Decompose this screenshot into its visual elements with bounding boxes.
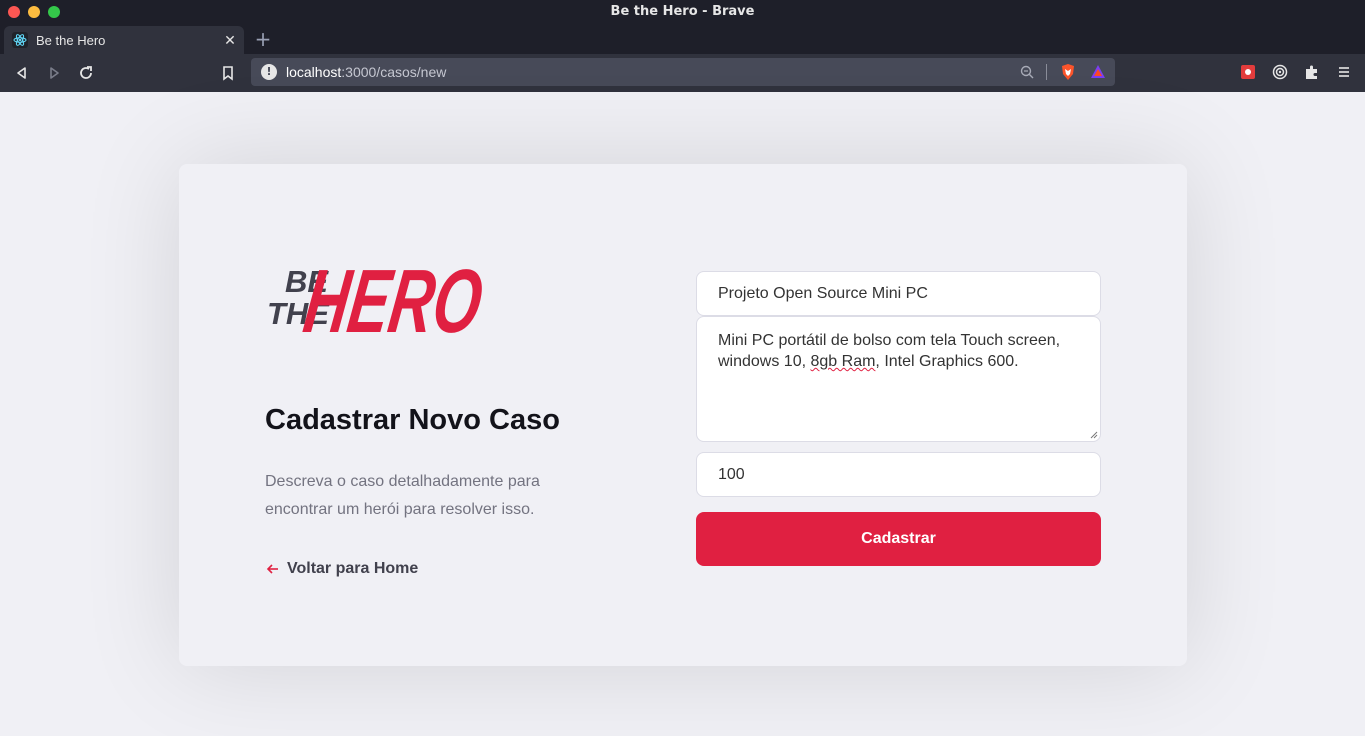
page-description: Descreva o caso detalhadamente para enco… bbox=[265, 473, 540, 518]
react-icon bbox=[12, 32, 28, 48]
tab-label: Be the Hero bbox=[36, 32, 106, 48]
window-titlebar: Be the Hero - Brave bbox=[0, 0, 1365, 24]
tab-be-the-hero[interactable]: Be the Hero ✕ bbox=[4, 26, 244, 54]
address-bar[interactable]: ! localhost:3000/casos/new bbox=[251, 58, 1115, 86]
register-case-card: BE THE HERO Cadastrar Novo Caso Descreva… bbox=[179, 164, 1187, 666]
url-separator bbox=[1046, 64, 1047, 80]
extensions-puzzle-icon[interactable] bbox=[1303, 63, 1321, 81]
close-tab-icon[interactable]: ✕ bbox=[222, 32, 238, 48]
brave-shields-icon[interactable] bbox=[1059, 63, 1077, 81]
description-misspelled-word: 8gb Ram bbox=[810, 353, 876, 370]
back-link-label: Voltar para Home bbox=[287, 560, 419, 577]
case-title-value: Projeto Open Source Mini PC bbox=[718, 285, 928, 302]
reload-icon bbox=[80, 66, 92, 79]
back-arrow-icon bbox=[17, 67, 26, 79]
description-value-part2: , Intel Graphics 600. bbox=[875, 353, 1019, 370]
arrow-left-icon bbox=[266, 564, 278, 574]
window-maximize-button[interactable] bbox=[48, 6, 60, 18]
resize-grip-icon[interactable] bbox=[1090, 431, 1098, 439]
back-button[interactable] bbox=[12, 63, 32, 83]
browser-toolbar: ! localhost:3000/casos/new bbox=[0, 54, 1365, 92]
case-title-input[interactable]: Projeto Open Source Mini PC bbox=[696, 271, 1101, 316]
target-icon[interactable] bbox=[1271, 63, 1289, 81]
menu-icon[interactable] bbox=[1335, 63, 1353, 81]
submit-button[interactable]: Cadastrar bbox=[696, 512, 1101, 566]
back-to-home-link[interactable]: Voltar para Home bbox=[265, 560, 418, 578]
case-value-input[interactable]: 100 bbox=[696, 452, 1101, 497]
bookmark-button[interactable] bbox=[218, 63, 238, 83]
forward-button[interactable] bbox=[44, 63, 64, 83]
window-minimize-button[interactable] bbox=[28, 6, 40, 18]
page-title: Cadastrar Novo Caso bbox=[265, 404, 560, 436]
window-title: Be the Hero - Brave bbox=[610, 4, 755, 19]
bookmark-icon bbox=[223, 66, 233, 81]
logo-hero: HERO bbox=[298, 251, 488, 348]
brave-rewards-icon[interactable] bbox=[1089, 63, 1107, 81]
be-the-hero-logo: BE THE HERO bbox=[267, 251, 489, 348]
reload-button[interactable] bbox=[76, 63, 96, 83]
url-text[interactable]: localhost:3000/casos/new bbox=[286, 64, 446, 80]
site-info-icon[interactable]: ! bbox=[261, 64, 277, 80]
tab-strip: Be the Hero ✕ + bbox=[0, 24, 1365, 54]
window-close-button[interactable] bbox=[8, 6, 20, 18]
extension-icon[interactable] bbox=[1239, 63, 1257, 81]
new-tab-button[interactable]: + bbox=[254, 28, 272, 50]
forward-arrow-icon bbox=[50, 67, 59, 79]
case-value: 100 bbox=[718, 466, 745, 483]
case-description-textarea[interactable]: Mini PC portátil de bolso com tela Touch… bbox=[696, 316, 1101, 442]
zoom-icon[interactable] bbox=[1020, 65, 1034, 79]
